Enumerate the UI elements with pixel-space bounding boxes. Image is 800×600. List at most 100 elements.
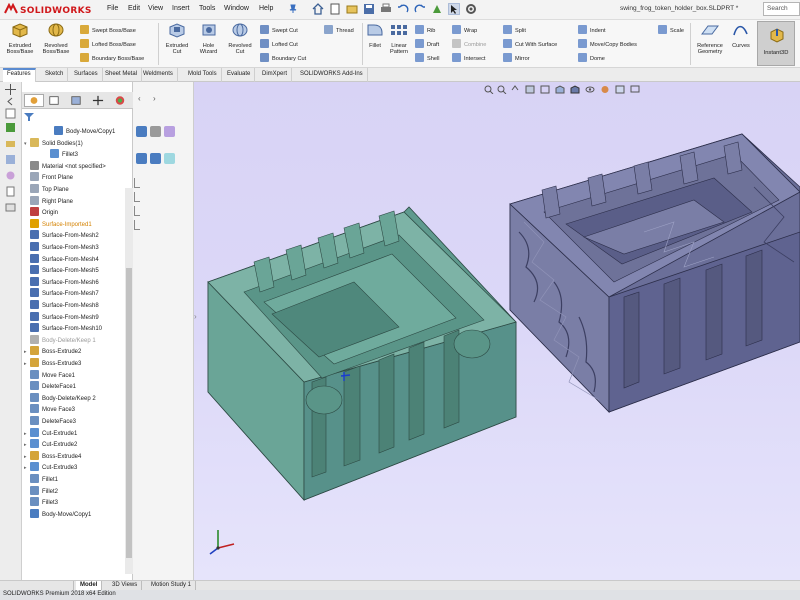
rebuild-icon[interactable] <box>431 3 443 15</box>
design-library-icon[interactable] <box>5 122 16 133</box>
collapse-arrow-icon[interactable]: ‹ <box>138 94 141 103</box>
tree-node[interactable]: DeleteFace3 <box>24 416 76 428</box>
dome-button[interactable]: Dome <box>578 53 605 62</box>
tab-sheet-metal[interactable]: Sheet Metal <box>101 68 143 82</box>
tree-node[interactable]: Origin <box>24 207 58 219</box>
tree-node[interactable]: Surface-From-Mesh4 <box>24 253 99 266</box>
boundary-boss-button[interactable]: Boundary Boss/Base <box>80 53 144 62</box>
tree-node[interactable]: ▾ Solid Bodies(1) <box>24 137 83 150</box>
boundary-cut-button[interactable]: Boundary Cut <box>260 53 306 62</box>
tree-node[interactable]: Fillet1 <box>24 474 58 486</box>
tree-node[interactable]: Surface-From-Mesh9 <box>24 311 99 324</box>
tree-node[interactable]: Body-Move/Copy1 <box>24 508 91 521</box>
tree-scrollbar-thumb[interactable] <box>126 268 132 558</box>
display-mode-icon[interactable] <box>164 126 175 137</box>
dimxpert-manager-tab[interactable] <box>88 94 108 107</box>
tab-surfaces[interactable]: Surfaces <box>70 68 103 82</box>
menu-file[interactable]: File <box>107 5 118 12</box>
tree-node[interactable]: Surface-From-Mesh5 <box>24 265 99 277</box>
tree-node[interactable]: ▸ Cut-Extrude1 <box>24 427 77 440</box>
tree-node[interactable]: Surface-From-Mesh6 <box>24 276 99 289</box>
search-input[interactable]: Search <box>763 2 800 16</box>
shell-button[interactable]: Shell <box>415 53 439 62</box>
thread-button[interactable]: Thread <box>324 25 354 34</box>
curves-button[interactable]: Curves <box>730 22 752 49</box>
solidworks-logo[interactable]: SOLIDWORKS <box>4 3 92 16</box>
undo-icon[interactable] <box>397 3 409 15</box>
fillet-button[interactable]: Fillet <box>364 22 386 49</box>
tree-node[interactable]: Surface-From-Mesh3 <box>24 242 99 254</box>
combine-button[interactable]: Combine <box>452 39 486 48</box>
tree-node[interactable]: Top Plane <box>24 184 69 196</box>
hole-wizard-button[interactable]: Hole Wizard <box>195 22 222 56</box>
tab-evaluate[interactable]: Evaluate <box>223 68 256 82</box>
tree-node[interactable]: Front Plane <box>24 172 73 184</box>
extruded-cut-button[interactable]: Extruded Cut <box>162 22 192 56</box>
scale-button[interactable]: Scale <box>658 25 684 34</box>
tab-dimxpert[interactable]: DimXpert <box>258 68 293 82</box>
select-icon[interactable] <box>448 3 460 15</box>
collapse-left-icon[interactable] <box>5 96 16 107</box>
redo-icon[interactable] <box>414 3 426 15</box>
extruded-boss-button[interactable]: Extruded Boss/Base <box>3 22 37 56</box>
revolved-cut-button[interactable]: Revolved Cut <box>225 22 255 56</box>
expand-arrow-icon[interactable]: › <box>153 94 156 103</box>
right-model-body[interactable] <box>509 133 800 413</box>
new-document-icon[interactable] <box>329 3 341 15</box>
configuration-manager-tab[interactable] <box>66 94 86 107</box>
tree-node[interactable]: Right Plane <box>24 195 73 208</box>
visibility-icon[interactable] <box>136 153 147 164</box>
revolved-boss-button[interactable]: Revolved Boss/Base <box>38 22 74 56</box>
file-explorer-icon[interactable] <box>5 138 16 149</box>
display-manager-tab[interactable] <box>110 94 130 107</box>
tree-node[interactable]: Move Face1 <box>24 369 75 382</box>
tree-node[interactable]: ▸ Cut-Extrude3 <box>24 462 77 474</box>
tree-node[interactable]: Fillet3 <box>24 497 58 509</box>
featuremanager-tree-tab[interactable] <box>24 94 44 107</box>
menu-edit[interactable]: Edit <box>128 5 140 12</box>
move-copy-bodies-button[interactable]: Move/Copy Bodies <box>578 39 637 48</box>
wrap-button[interactable]: Wrap <box>452 25 477 34</box>
tab-weldments[interactable]: Weldments <box>139 68 178 82</box>
rib-button[interactable]: Rib <box>415 25 435 34</box>
tree-node[interactable]: Surface-Imported1 <box>24 218 92 231</box>
tree-scrollbar[interactable] <box>125 188 133 574</box>
split-button[interactable]: Split <box>503 25 526 34</box>
tree-node[interactable]: Fillet3 <box>44 149 78 161</box>
lofted-boss-button[interactable]: Lofted Boss/Base <box>80 39 136 48</box>
left-model-body[interactable] <box>207 206 517 502</box>
tree-node[interactable]: ▸ Boss-Extrude3 <box>24 358 81 370</box>
menu-help[interactable]: Help <box>259 5 273 12</box>
menu-view[interactable]: View <box>148 5 163 12</box>
tree-node[interactable]: Material <not specified> <box>24 160 106 173</box>
tree-node[interactable]: Surface-From-Mesh2 <box>24 230 99 242</box>
property-manager-tab[interactable] <box>44 94 64 107</box>
cut-with-surface-button[interactable]: Cut With Surface <box>503 39 557 48</box>
menu-tools[interactable]: Tools <box>199 5 215 12</box>
panel-icon[interactable] <box>5 108 16 119</box>
print-icon[interactable] <box>380 3 392 15</box>
appearances-icon[interactable] <box>5 170 16 181</box>
intersect-button[interactable]: Intersect <box>452 53 485 62</box>
tab-solidworks-add-ins[interactable]: SOLIDWORKS Add-Ins <box>296 68 368 82</box>
tab-features[interactable]: Features <box>3 68 36 82</box>
save-icon[interactable] <box>363 3 375 15</box>
display-mode-icon[interactable] <box>164 153 175 164</box>
indent-button[interactable]: Indent <box>578 25 606 34</box>
menu-window[interactable]: Window <box>224 5 249 12</box>
visibility-icon[interactable] <box>136 126 147 137</box>
home-icon[interactable] <box>312 3 324 15</box>
tree-node[interactable]: Surface-From-Mesh7 <box>24 288 99 300</box>
swept-cut-button[interactable]: Swept Cut <box>260 25 298 34</box>
draft-button[interactable]: Draft <box>415 39 439 48</box>
tab-mold-tools[interactable]: Mold Tools <box>184 68 222 82</box>
tree-node[interactable]: Body-Delete/Keep 2 <box>24 392 96 405</box>
open-folder-icon[interactable] <box>346 3 358 15</box>
tree-node[interactable]: ▸ Boss-Extrude2 <box>24 346 81 358</box>
tree-node[interactable]: Move Face3 <box>24 404 75 416</box>
options-gear-icon[interactable] <box>465 3 477 15</box>
linear-pattern-button[interactable]: Linear Pattern <box>386 22 412 56</box>
lofted-cut-button[interactable]: Lofted Cut <box>260 39 298 48</box>
reference-geometry-button[interactable]: Reference Geometry <box>693 22 727 56</box>
reference-triad-icon[interactable] <box>208 526 238 556</box>
